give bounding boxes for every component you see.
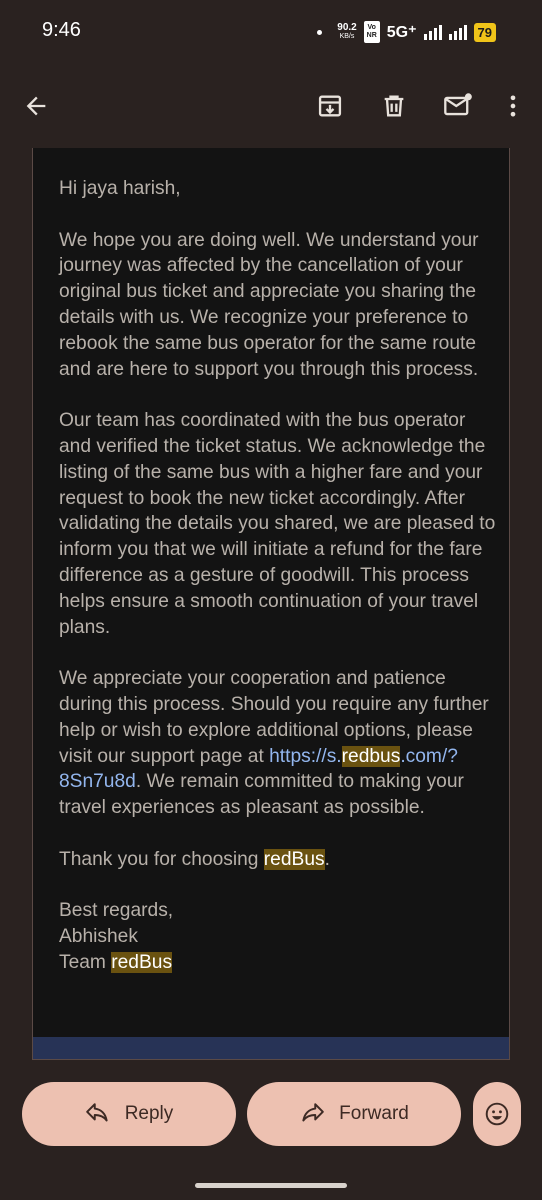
network-type: 5G⁺: [386, 24, 417, 41]
email-toolbar: [0, 62, 542, 148]
status-icons: 90.2 KB/s Vo NR 5G⁺ 79: [317, 18, 496, 46]
email-paragraph-3: We appreciate your cooperation and patie…: [59, 666, 499, 821]
reply-label: Reply: [124, 1103, 174, 1124]
net-speed-value: 90.2: [337, 22, 357, 33]
email-paragraph-1: We hope you are doing well. We understan…: [59, 229, 479, 380]
email-thanks: Thank you for choosing redBus.: [59, 848, 330, 870]
email-team: Team redBus: [59, 951, 173, 973]
reply-button[interactable]: Reply: [22, 1082, 236, 1146]
emoji-reaction-button[interactable]: [473, 1082, 521, 1146]
smiley-icon: [485, 1102, 509, 1126]
email-footer-band: [33, 1037, 509, 1059]
forward-icon: [302, 1103, 324, 1122]
email-paragraph-2: Our team has coordinated with the bus op…: [59, 410, 496, 638]
back-arrow-icon[interactable]: [20, 90, 52, 122]
status-time: 9:46: [42, 19, 81, 41]
team-highlight: redBus: [111, 951, 173, 973]
forward-label: Forward: [339, 1103, 409, 1124]
thanks-highlight: redBus: [263, 848, 325, 870]
gesture-home-bar[interactable]: [195, 1183, 347, 1188]
more-vert-icon[interactable]: [497, 90, 529, 122]
reply-icon: [85, 1103, 108, 1122]
signal-1-icon: [423, 24, 442, 40]
signal-2-icon: [448, 24, 467, 40]
email-body: Hi jaya harish, We hope you are doing we…: [59, 176, 499, 976]
action-bar: Reply Forward: [0, 1060, 542, 1200]
volte-icon: Vo NR: [363, 21, 380, 43]
mark-unread-icon[interactable]: [442, 90, 474, 122]
net-speed-indicator: 90.2 KB/s: [337, 23, 356, 41]
notification-dot-icon: [317, 29, 323, 35]
email-greeting: Hi jaya harish,: [59, 178, 181, 199]
status-bar: 9:46 90.2 KB/s Vo NR 5G⁺ 79: [0, 0, 542, 62]
battery-icon: 79: [473, 22, 496, 42]
link-highlight: redbus: [341, 745, 401, 767]
volte-top-text: Vo: [367, 24, 376, 31]
email-sender-name: Abhishek: [59, 926, 138, 948]
forward-button[interactable]: Forward: [247, 1082, 461, 1146]
volte-bottom-text: NR: [366, 32, 377, 39]
net-speed-unit: KB/s: [339, 33, 355, 40]
email-closing: Best regards,: [59, 900, 174, 922]
email-content: Hi jaya harish, We hope you are doing we…: [32, 148, 510, 1060]
archive-icon[interactable]: [314, 90, 346, 122]
delete-icon[interactable]: [378, 90, 410, 122]
